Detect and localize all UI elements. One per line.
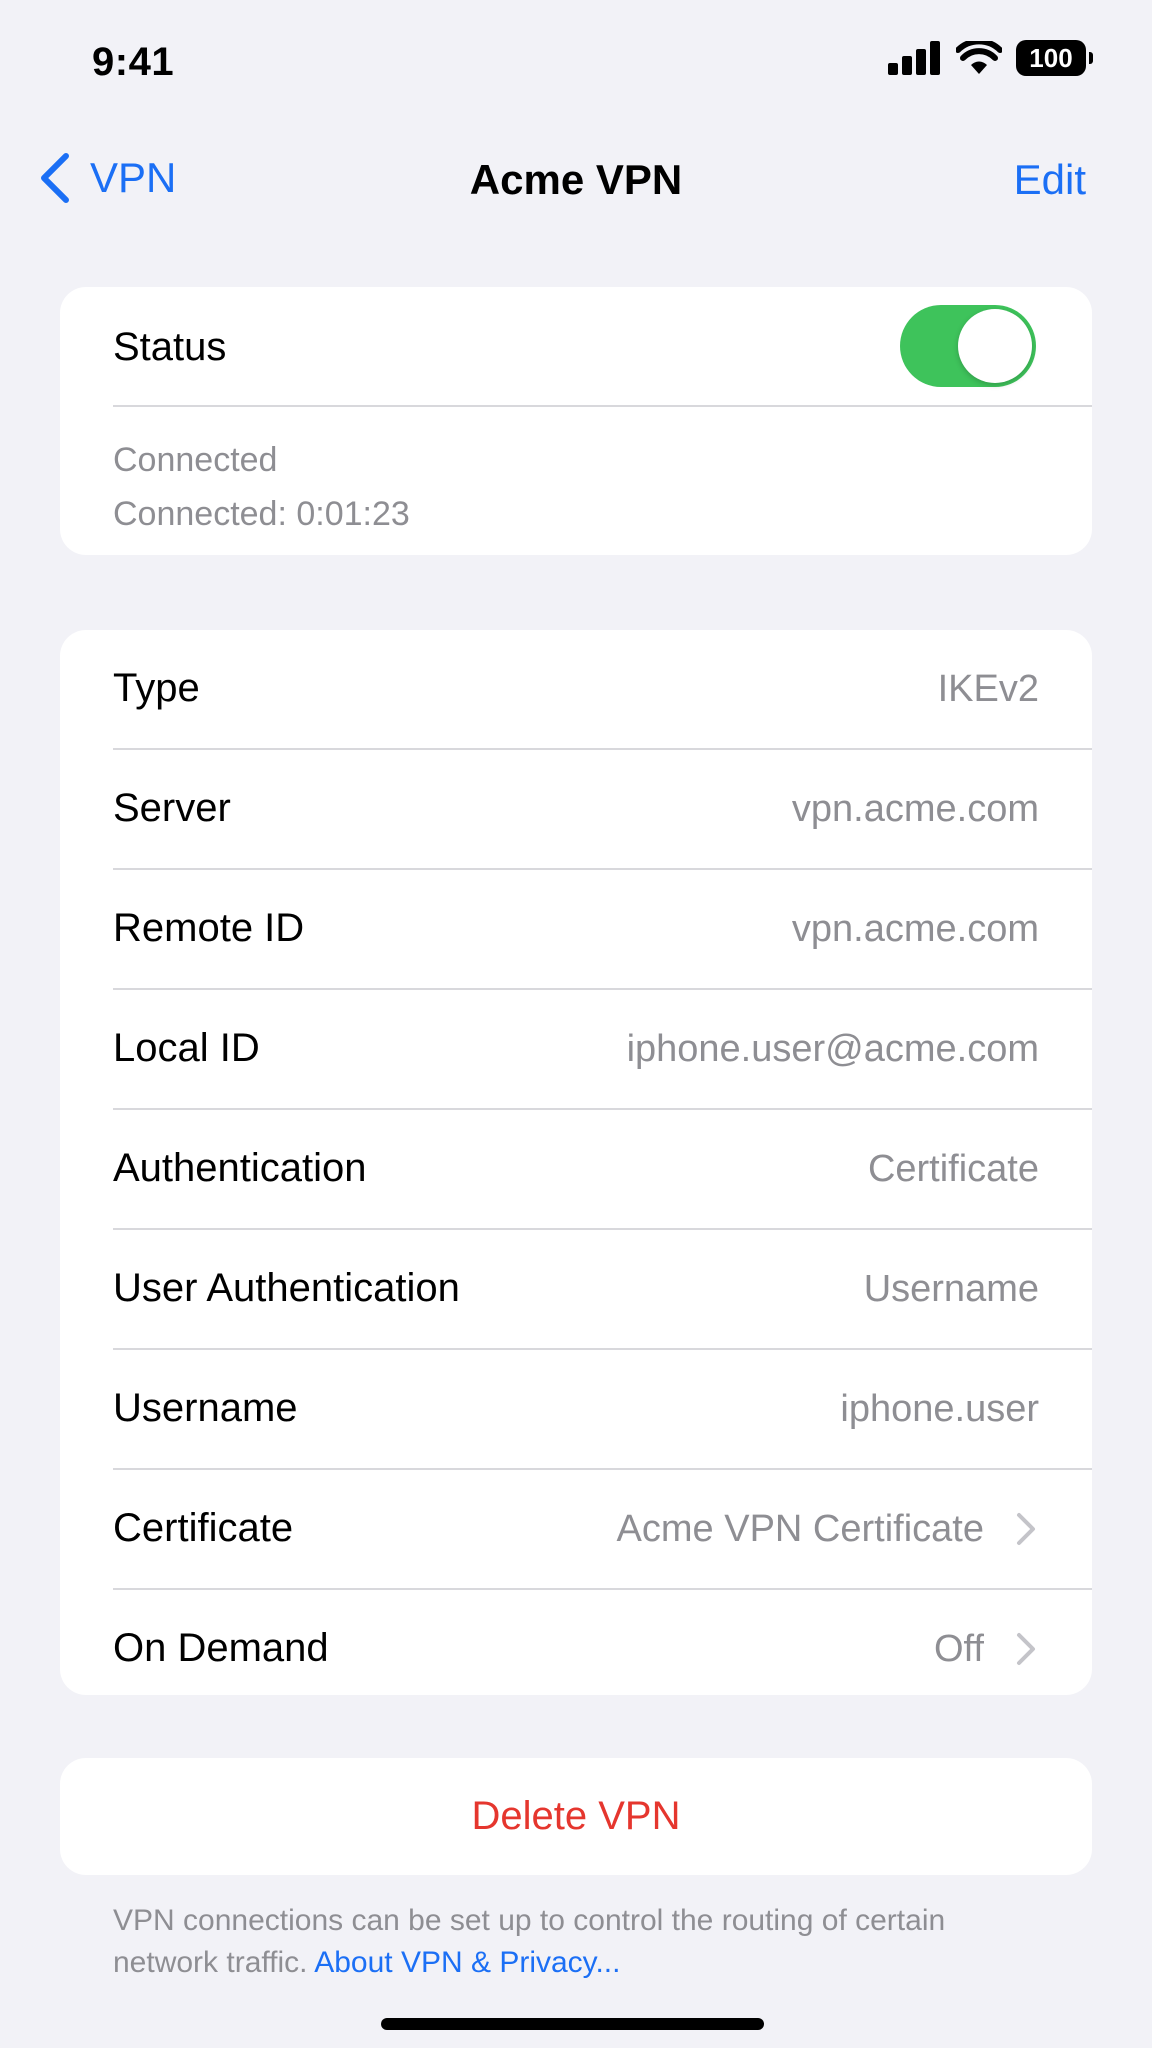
connection-state: Connected bbox=[113, 441, 278, 479]
detail-row-username: Username iphone.user bbox=[113, 1350, 1092, 1470]
battery-level: 100 bbox=[1029, 42, 1073, 73]
detail-row-type: Type IKEv2 bbox=[113, 630, 1092, 750]
vpn-status-toggle[interactable] bbox=[900, 305, 1036, 387]
detail-value: Off bbox=[934, 1628, 984, 1670]
detail-label: Local ID bbox=[113, 1026, 260, 1070]
toggle-knob bbox=[958, 309, 1032, 383]
detail-row-on-demand[interactable]: On Demand Off bbox=[113, 1590, 1092, 1695]
detail-value: IKEv2 bbox=[937, 668, 1039, 710]
back-button[interactable]: VPN bbox=[38, 152, 176, 204]
detail-label: User Authentication bbox=[113, 1266, 460, 1310]
detail-label: Certificate bbox=[113, 1506, 294, 1550]
detail-value: vpn.acme.com bbox=[791, 788, 1039, 830]
chevron-right-icon bbox=[1017, 1633, 1035, 1665]
about-vpn-privacy-link[interactable]: About VPN & Privacy... bbox=[314, 1946, 620, 1979]
detail-value: vpn.acme.com bbox=[791, 908, 1039, 950]
home-indicator[interactable] bbox=[381, 2018, 764, 2030]
detail-value: iphone.user bbox=[840, 1388, 1039, 1430]
detail-row-server: Server vpn.acme.com bbox=[113, 750, 1092, 870]
navigation-bar: VPN Acme VPN Edit bbox=[0, 140, 1152, 220]
edit-button[interactable]: Edit bbox=[1014, 156, 1086, 204]
connection-duration: Connected: 0:01:23 bbox=[113, 495, 410, 533]
detail-label: Remote ID bbox=[113, 906, 305, 950]
delete-vpn-label: Delete VPN bbox=[471, 1794, 681, 1838]
detail-label: Username bbox=[113, 1386, 298, 1430]
detail-row-authentication: Authentication Certificate bbox=[113, 1110, 1092, 1230]
detail-label: On Demand bbox=[113, 1626, 329, 1670]
footer-note: VPN connections can be set up to control… bbox=[113, 1900, 1013, 1984]
detail-row-local-id: Local ID iphone.user@acme.com bbox=[113, 990, 1092, 1110]
detail-row-user-authentication: User Authentication Username bbox=[113, 1230, 1092, 1350]
status-icons: 100 bbox=[888, 40, 1093, 76]
detail-value: Certificate bbox=[867, 1148, 1039, 1190]
status-time: 9:41 bbox=[92, 40, 175, 84]
detail-row-remote-id: Remote ID vpn.acme.com bbox=[113, 870, 1092, 990]
chevron-left-icon bbox=[41, 153, 69, 203]
wifi-icon bbox=[956, 41, 1002, 74]
status-row: Status bbox=[60, 287, 1092, 405]
detail-value: Acme VPN Certificate bbox=[616, 1508, 984, 1550]
vpn-details-card: Type IKEv2 Server vpn.acme.com Remote ID… bbox=[60, 630, 1092, 1695]
detail-label: Server bbox=[113, 786, 231, 830]
status-bar: 9:41 100 bbox=[0, 0, 1152, 120]
detail-value: Username bbox=[863, 1268, 1039, 1310]
connection-info: Connected Connected: 0:01:23 bbox=[60, 407, 1092, 541]
battery-icon: 100 bbox=[1016, 40, 1093, 76]
detail-row-certificate[interactable]: Certificate Acme VPN Certificate bbox=[113, 1470, 1092, 1590]
chevron-right-icon bbox=[1017, 1513, 1035, 1545]
cellular-signal-icon bbox=[888, 41, 940, 75]
delete-vpn-button[interactable]: Delete VPN bbox=[60, 1758, 1092, 1875]
back-button-label: VPN bbox=[90, 154, 177, 201]
status-label: Status bbox=[113, 325, 227, 369]
detail-value: iphone.user@acme.com bbox=[626, 1028, 1039, 1070]
detail-label: Type bbox=[113, 666, 200, 710]
detail-label: Authentication bbox=[113, 1146, 367, 1190]
status-card: Status Connected Connected: 0:01:23 bbox=[60, 287, 1092, 555]
